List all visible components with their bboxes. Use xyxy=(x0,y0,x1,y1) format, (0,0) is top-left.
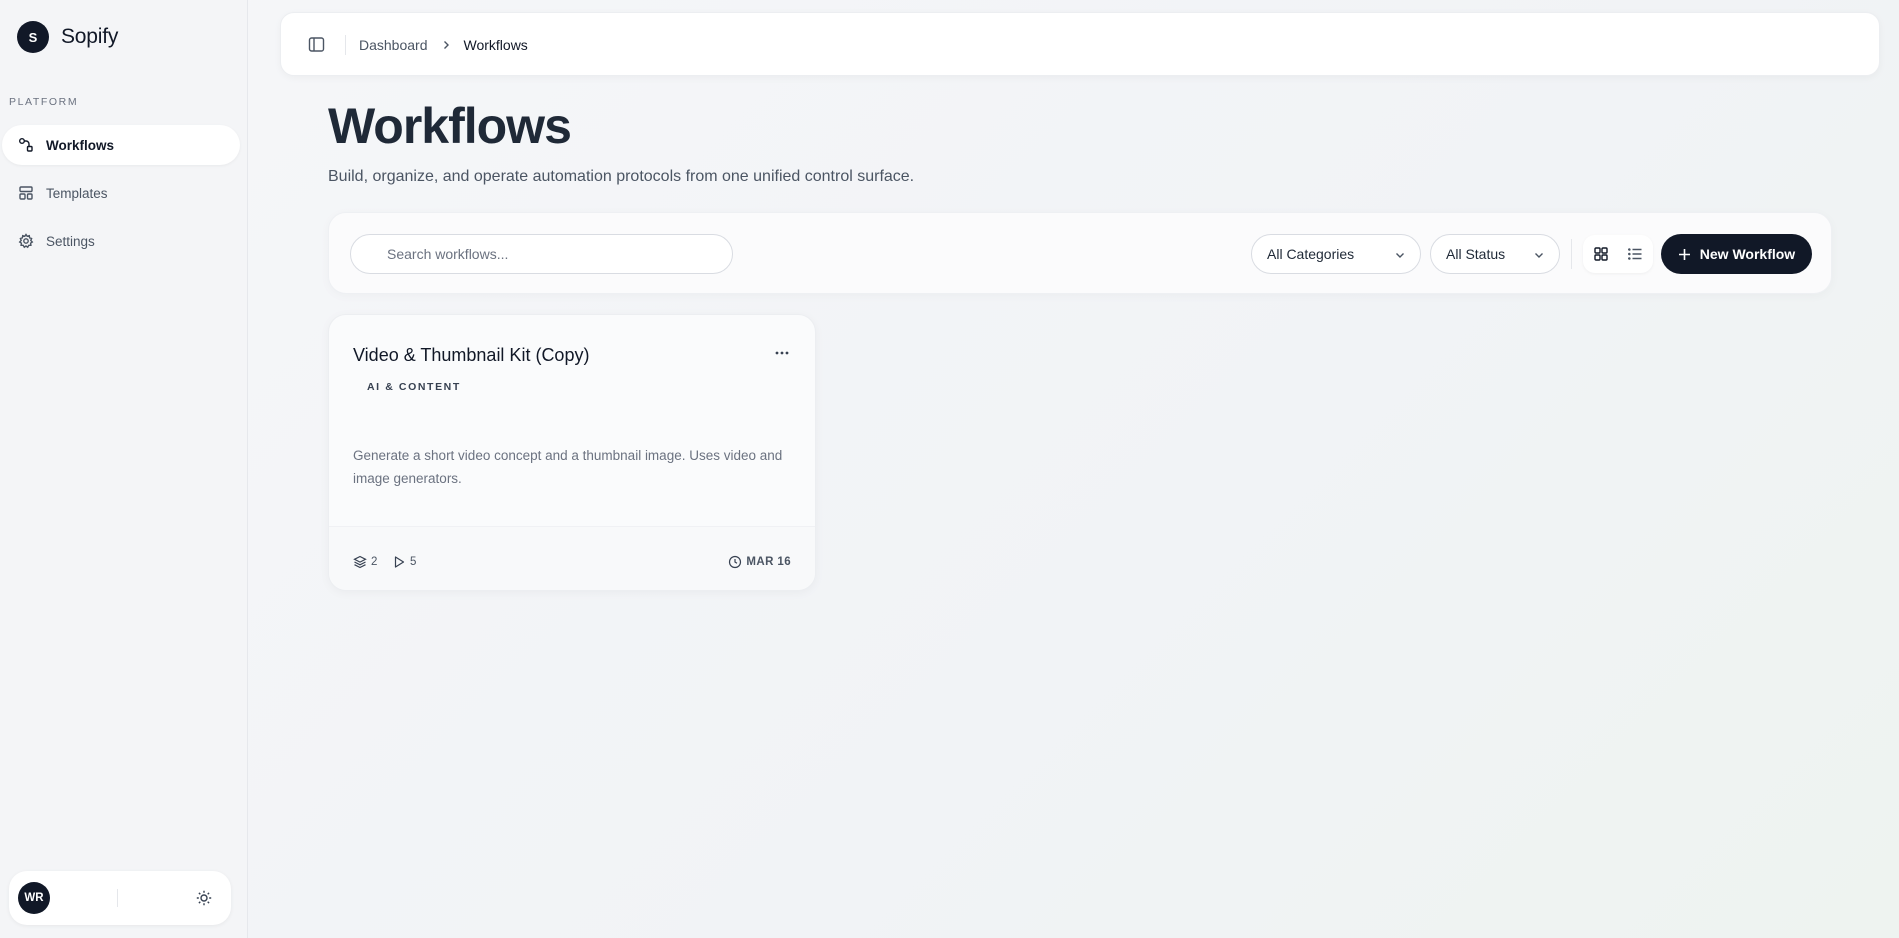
layers-icon xyxy=(353,555,367,569)
clock-icon xyxy=(729,555,742,569)
grid-view-icon[interactable] xyxy=(1593,246,1609,262)
chevron-down-icon xyxy=(1396,253,1404,258)
list-view-icon[interactable] xyxy=(1627,246,1643,262)
sidebar-toggle-icon[interactable] xyxy=(308,36,325,53)
sidebar-item-label: Templates xyxy=(46,185,108,201)
plus-icon xyxy=(1678,248,1690,260)
breadcrumb: Dashboard Workflows xyxy=(359,37,528,53)
page-title: Workflows xyxy=(328,98,572,154)
topbar: Dashboard Workflows xyxy=(280,12,1880,76)
new-workflow-button[interactable]: New Workflow xyxy=(1661,234,1812,274)
topbar-divider xyxy=(345,35,346,55)
template-icon xyxy=(19,186,33,200)
sun-icon[interactable] xyxy=(195,889,213,907)
runs-value: 5 xyxy=(410,556,417,568)
workflow-card[interactable]: Video & Thumbnail Kit (Copy) AI & CONTEN… xyxy=(328,314,816,591)
date-value: MAR 16 xyxy=(746,556,791,568)
status-select[interactable]: All Status xyxy=(1430,234,1560,274)
breadcrumb-dashboard[interactable]: Dashboard xyxy=(359,37,428,53)
gear-icon xyxy=(18,233,34,249)
brand[interactable]: S Sopify xyxy=(17,21,118,53)
workflow-card-footer: 2 5 MAR 16 xyxy=(329,526,815,590)
brand-logo: S xyxy=(17,21,49,53)
sidebar-item-label: Workflows xyxy=(46,137,115,153)
category-select-value: All Categories xyxy=(1267,246,1355,262)
sidebar-item-label: Settings xyxy=(46,233,95,249)
user-card: WR xyxy=(9,871,231,925)
workflow-card-description: Generate a short video concept and a thu… xyxy=(353,448,783,486)
search-input[interactable] xyxy=(350,234,733,274)
avatar[interactable]: WR xyxy=(18,882,50,914)
view-toggle xyxy=(1583,235,1653,273)
category-select[interactable]: All Categories xyxy=(1251,234,1421,274)
new-workflow-label: New Workflow xyxy=(1699,246,1796,262)
workflow-card-title[interactable]: Video & Thumbnail Kit (Copy) xyxy=(353,345,589,366)
toolbar: All Categories All Status New Workflow xyxy=(328,212,1832,294)
sidebar-item-templates[interactable]: Templates xyxy=(2,173,240,213)
workflow-date: MAR 16 xyxy=(728,555,791,569)
sidebar-nav: Workflows Templates Settings xyxy=(2,125,240,269)
workflow-runs-count: 5 xyxy=(392,555,416,569)
play-icon xyxy=(394,556,405,568)
brand-name: Sopify xyxy=(61,25,119,48)
sidebar-item-workflows[interactable]: Workflows xyxy=(2,125,240,165)
sidebar: S Sopify PLATFORM Workflows Templates Se… xyxy=(0,0,248,938)
page-subtitle: Build, organize, and operate automation … xyxy=(328,168,915,185)
sidebar-item-settings[interactable]: Settings xyxy=(2,221,240,261)
toolbar-divider xyxy=(1571,239,1572,269)
breadcrumb-current: Workflows xyxy=(463,37,528,53)
chevron-right-icon xyxy=(443,41,449,49)
workflow-icon xyxy=(19,138,33,152)
user-card-divider xyxy=(117,889,118,907)
workflow-category-badge: AI & CONTENT xyxy=(367,381,461,393)
sidebar-section-label: PLATFORM xyxy=(9,96,79,108)
steps-value: 2 xyxy=(371,556,378,568)
status-select-value: All Status xyxy=(1446,246,1506,262)
more-options-icon[interactable] xyxy=(774,349,790,357)
workflow-steps-count: 2 xyxy=(353,555,377,569)
chevron-down-icon xyxy=(1535,253,1543,258)
